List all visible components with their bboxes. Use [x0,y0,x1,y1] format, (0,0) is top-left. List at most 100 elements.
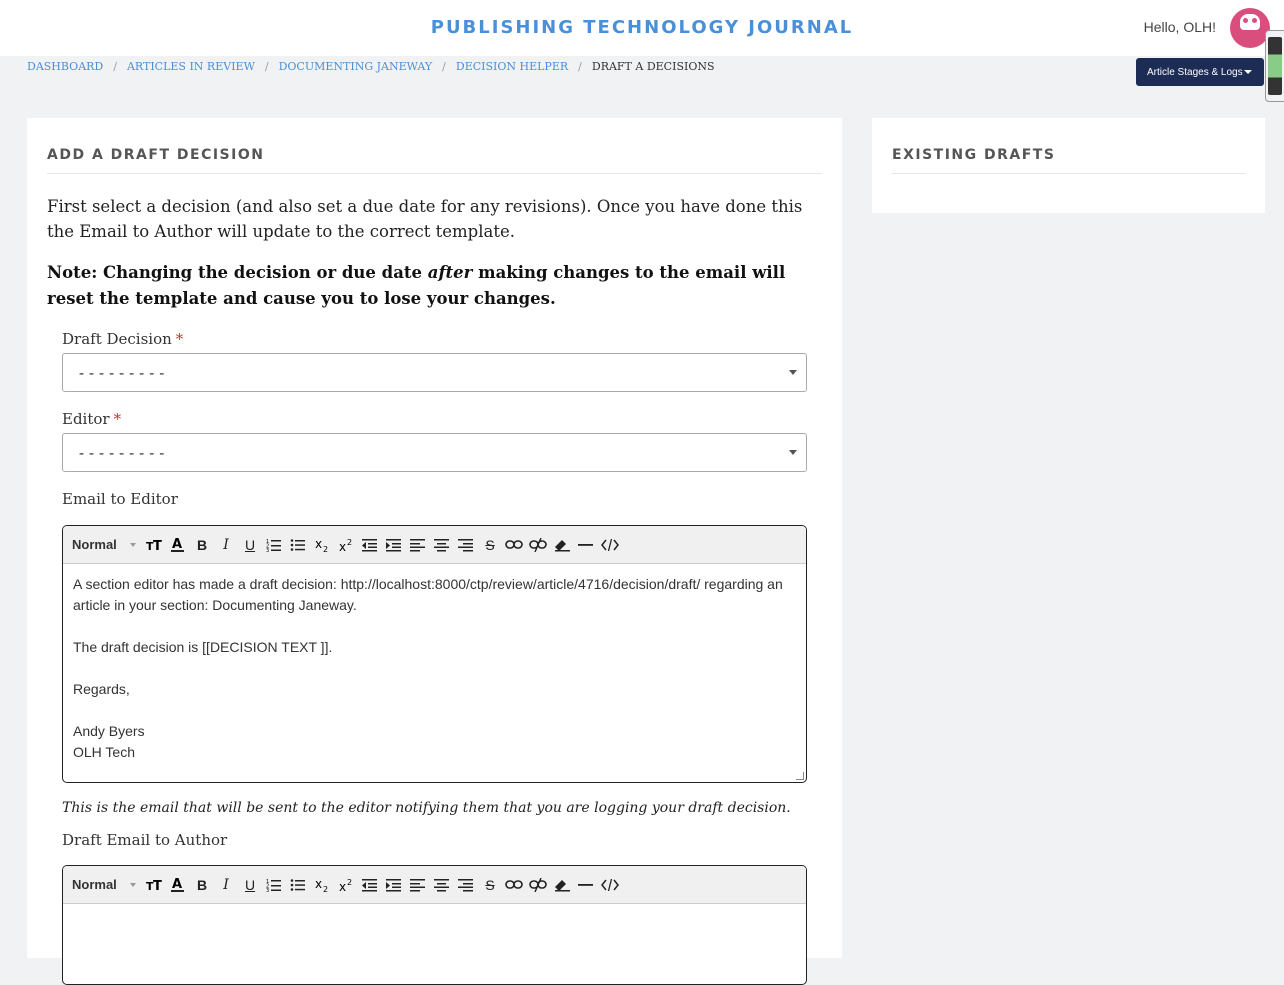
code-view-icon[interactable] [598,873,622,897]
strikethrough-icon[interactable]: S [478,873,502,897]
subscript-icon[interactable]: x2 [310,533,334,557]
align-left-icon[interactable] [406,873,430,897]
outdent-icon[interactable] [358,873,382,897]
existing-drafts-card: EXISTING DRAFTS [872,118,1265,213]
article-stages-logs-label: Article Stages & Logs [1147,66,1243,78]
email-to-editor-body[interactable]: A section editor has made a draft decisi… [63,564,806,773]
horizontal-rule-icon[interactable] [574,533,598,557]
user-avatar[interactable] [1230,8,1270,48]
editor-select[interactable]: --------- [62,433,807,472]
breadcrumb-decision-helper[interactable]: DECISION HELPER [456,60,568,73]
bold-icon[interactable]: B [190,873,214,897]
svg-text:2: 2 [347,538,352,547]
indent-icon[interactable] [382,873,406,897]
user-greeting: Hello, OLH! [1143,19,1216,35]
align-center-icon[interactable] [430,533,454,557]
note-text-start: Note: Changing the decision or due date [47,263,428,282]
bullet-list-icon[interactable] [286,873,310,897]
card-title: ADD A DRAFT DECISION [47,147,822,174]
svg-text:3: 3 [266,888,269,892]
clear-format-icon[interactable] [550,533,574,557]
svg-text:A: A [172,877,182,892]
horizontal-rule-icon[interactable] [574,873,598,897]
email-paragraph: A section editor has made a draft decisi… [73,576,783,613]
caret-down-icon [1244,70,1252,74]
dropdown-arrow-icon [789,450,797,455]
outdent-icon[interactable] [358,533,382,557]
site-title[interactable]: PUBLISHING TECHNOLOGY JOURNAL [0,17,1284,38]
format-select-value: Normal [72,537,117,552]
breadcrumb-documenting-janeway[interactable]: DOCUMENTING JANEWAY [279,60,433,73]
draft-email-to-author-body[interactable] [63,904,806,924]
svg-text:x: x [315,537,322,551]
format-select[interactable]: Normal [72,877,142,892]
link-icon[interactable] [502,873,526,897]
link-icon[interactable] [502,533,526,557]
required-marker: * [175,330,184,348]
align-right-icon[interactable] [454,533,478,557]
font-size-icon[interactable]: TT [142,533,166,557]
editor-toolbar: Normal TT A B I U 123 x2 x2 S [63,526,806,564]
align-right-icon[interactable] [454,873,478,897]
ordered-list-icon[interactable]: 123 [262,873,286,897]
subscript-icon[interactable]: x2 [310,873,334,897]
avatar-eye-left [1243,18,1248,23]
unlink-icon[interactable] [526,873,550,897]
intro-text: First select a decision (and also set a … [47,197,803,241]
svg-text:T: T [153,539,162,552]
debug-toolbar-tab[interactable] [1265,30,1284,102]
resize-handle[interactable] [796,772,804,780]
email-paragraph: Regards, [73,681,130,697]
article-stages-logs-button[interactable]: Article Stages & Logs [1136,58,1264,86]
svg-text:2: 2 [323,885,328,893]
format-select[interactable]: Normal [72,537,142,552]
draft-decision-label: Draft Decision * [62,330,183,348]
ordered-list-icon[interactable]: 123 [262,533,286,557]
italic-icon[interactable]: I [214,533,238,557]
editor-value: --------- [77,444,168,462]
unlink-icon[interactable] [526,533,550,557]
avatar-eye-right [1252,18,1257,23]
code-view-icon[interactable] [598,533,622,557]
svg-text:2: 2 [347,878,352,887]
draft-decision-label-text: Draft Decision [62,330,172,348]
superscript-icon[interactable]: x2 [334,873,358,897]
align-center-icon[interactable] [430,873,454,897]
draft-email-to-author-editor: Normal TT A B I U 123 x2 x2 S [62,865,807,985]
dropdown-arrow-icon [789,370,797,375]
underline-icon[interactable]: U [238,873,262,897]
bullet-list-icon[interactable] [286,533,310,557]
indent-icon[interactable] [382,533,406,557]
breadcrumb-separator: / [442,60,446,73]
email-paragraph: The draft decision is [[DECISION TEXT ]]… [73,639,333,655]
align-left-icon[interactable] [406,533,430,557]
svg-text:T: T [153,879,162,892]
svg-text:2: 2 [323,545,328,553]
warning-note: Note: Changing the decision or due date … [47,260,827,312]
text-color-icon[interactable]: A [166,873,190,897]
breadcrumb-current: DRAFT A DECISIONS [591,60,715,73]
underline-icon[interactable]: U [238,533,262,557]
svg-text:x: x [315,877,322,891]
svg-text:3: 3 [266,548,269,552]
strikethrough-icon[interactable]: S [478,533,502,557]
breadcrumb-dashboard[interactable]: DASHBOARD [27,60,103,73]
clear-format-icon[interactable] [550,873,574,897]
existing-drafts-title: EXISTING DRAFTS [892,147,1245,174]
text-color-icon[interactable]: A [166,533,190,557]
bold-icon[interactable]: B [190,533,214,557]
italic-icon[interactable]: I [214,873,238,897]
top-bar: PUBLISHING TECHNOLOGY JOURNAL Hello, OLH… [0,0,1284,56]
editor-toolbar: Normal TT A B I U 123 x2 x2 S [63,866,806,904]
breadcrumb: DASHBOARD / ARTICLES IN REVIEW / DOCUMENTING… [27,60,715,73]
breadcrumb-articles-in-review[interactable]: ARTICLES IN REVIEW [127,60,255,73]
email-to-editor-help: This is the email that will be sent to t… [62,800,791,816]
email-to-editor-editor: Normal TT A B I U 123 x2 x2 S A section … [62,525,807,783]
svg-text:x: x [339,880,346,893]
draft-decision-select[interactable]: --------- [62,353,807,392]
breadcrumb-separator: / [264,60,269,73]
superscript-icon[interactable]: x2 [334,533,358,557]
font-size-icon[interactable]: TT [142,873,166,897]
breadcrumb-separator: / [113,60,117,73]
add-draft-decision-card: ADD A DRAFT DECISION First select a deci… [27,118,842,985]
